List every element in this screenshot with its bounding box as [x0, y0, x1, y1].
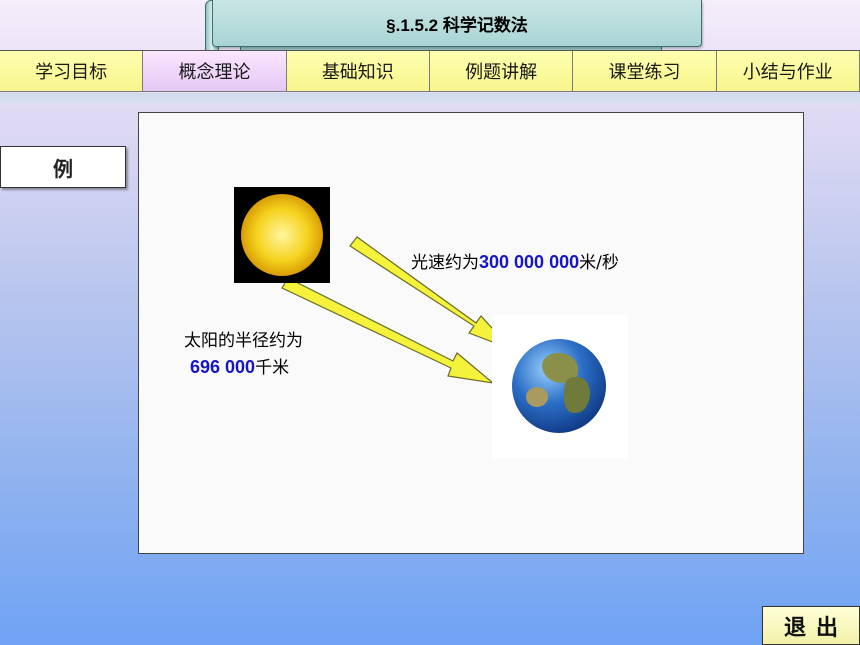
speed-value: 300 000 000: [479, 252, 580, 272]
sun-disc: [241, 194, 323, 276]
tab-summary-homework[interactable]: 小结与作业: [716, 51, 860, 92]
nav-tabs: 学习目标 概念理论 基础知识 例题讲解 课堂练习 小结与作业: [0, 50, 860, 93]
radius-value: 696 000: [190, 357, 256, 377]
radius-prefix: 太阳的半径约为: [184, 331, 303, 351]
light-speed-caption: 光速约为300 000 000米/秒: [411, 248, 619, 273]
nav-shadow: [0, 93, 860, 103]
page-title: §.1.5.2 科学记数法: [386, 15, 528, 35]
earth-landmass: [564, 377, 590, 413]
radius-line: 696 000千米: [184, 353, 303, 378]
earth-image: [492, 315, 628, 459]
speed-unit: 米/秒: [579, 253, 619, 273]
content-panel: 光速约为300 000 000米/秒 太阳的半径约为 696 000千米: [138, 112, 804, 554]
example-label: 例: [53, 156, 73, 181]
radius-unit: 千米: [255, 358, 290, 378]
tab-learning-goals[interactable]: 学习目标: [0, 51, 144, 92]
tab-concept-theory[interactable]: 概念理论: [143, 51, 287, 92]
title-banner: §.1.5.2 科学记数法: [212, 0, 702, 47]
tab-basic-knowledge[interactable]: 基础知识: [286, 51, 430, 92]
exit-button[interactable]: 退出: [762, 606, 860, 645]
earth-landmass: [526, 387, 548, 407]
sun-image: [234, 187, 330, 283]
exit-label: 退出: [783, 614, 848, 641]
sun-radius-caption: 太阳的半径约为 696 000千米: [184, 326, 303, 378]
tab-class-practice[interactable]: 课堂练习: [573, 51, 717, 92]
earth-globe: [512, 339, 606, 433]
speed-prefix: 光速约为: [411, 253, 479, 273]
example-label-box: 例: [0, 146, 126, 188]
tab-example-explanation[interactable]: 例题讲解: [429, 51, 574, 92]
radius-arrow: [281, 277, 496, 384]
